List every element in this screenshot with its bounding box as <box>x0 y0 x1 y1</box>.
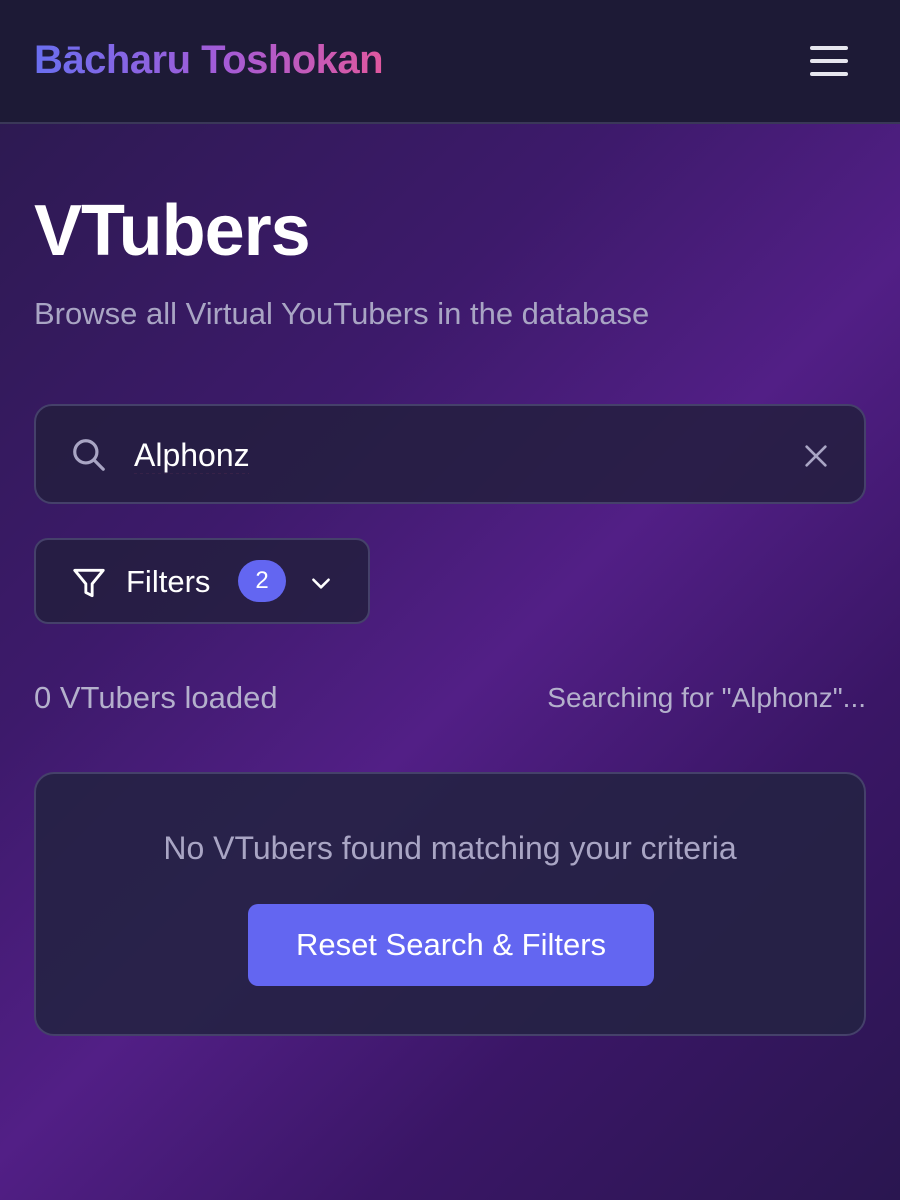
results-count: 0 VTubers loaded <box>34 680 278 715</box>
page-title: VTubers <box>34 191 311 271</box>
filters-count-badge: 2 <box>238 560 286 602</box>
brand-logo[interactable]: Bācharu Toshokan <box>34 38 384 83</box>
top-navbar: Bācharu Toshokan <box>0 0 900 124</box>
search-input[interactable] <box>134 432 754 478</box>
empty-state-card: No VTubers found matching your criteria … <box>34 772 866 1036</box>
close-icon[interactable] <box>800 440 832 472</box>
chevron-down-icon <box>312 578 330 589</box>
empty-state-message: No VTubers found matching your criteria <box>163 830 737 866</box>
filter-icon <box>73 568 105 598</box>
page-subtitle: Browse all Virtual YouTubers in the data… <box>34 296 650 331</box>
search-status: Searching for "Alphonz"... <box>547 682 866 713</box>
search-bar <box>34 404 866 504</box>
filters-label: Filters <box>126 564 211 599</box>
search-icon <box>73 439 105 471</box>
filters-button[interactable]: Filters 2 <box>34 538 370 624</box>
hamburger-menu-icon[interactable] <box>808 44 852 78</box>
reset-search-filters-button[interactable]: Reset Search & Filters <box>248 904 654 986</box>
